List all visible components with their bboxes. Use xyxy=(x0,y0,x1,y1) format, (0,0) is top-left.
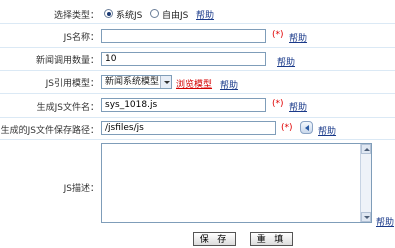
news-count-label: 新闻调用数量： xyxy=(35,56,99,66)
row-js-template: JS引用模型： 新闻系统模型 浏览模型 帮助 xyxy=(0,71,395,94)
row-news-count: 新闻调用数量： 帮助 xyxy=(0,48,395,71)
radio-free-js[interactable] xyxy=(150,9,159,18)
preview-template-link[interactable]: 浏览模型 xyxy=(176,77,212,90)
scroll-up-icon[interactable] xyxy=(361,144,371,154)
row-js-filename: 生成JS文件名： (*) 帮助 xyxy=(0,94,395,118)
save-button[interactable]: 保 存 xyxy=(193,232,236,246)
radio-system-js[interactable] xyxy=(104,9,113,18)
js-name-help-link[interactable]: 帮助 xyxy=(289,31,307,44)
js-filename-help-link[interactable]: 帮助 xyxy=(289,100,307,113)
row-js-name: JS名称： (*) 帮助 xyxy=(0,24,395,48)
js-name-input[interactable] xyxy=(101,29,266,43)
js-template-help-link[interactable]: 帮助 xyxy=(220,78,238,91)
row-select-type: 选择类型： 系统JS 自由JS 帮助 xyxy=(0,0,395,24)
browse-arrow-left-icon[interactable] xyxy=(300,121,313,134)
row-description: JS描述： 帮助 xyxy=(0,140,395,229)
save-path-label: 生成的JS文件保存路径： xyxy=(0,126,99,136)
js-filename-required-mark: (*) xyxy=(272,99,284,109)
chevron-down-icon[interactable] xyxy=(160,76,171,88)
js-template-selected-value: 新闻系统模型 xyxy=(105,77,160,87)
reset-button[interactable]: 重 填 xyxy=(250,232,293,246)
description-label: JS描述： xyxy=(63,184,99,194)
save-path-input[interactable] xyxy=(101,121,276,135)
js-name-required-mark: (*) xyxy=(272,30,284,40)
row-save-path: 生成的JS文件保存路径： (*) 帮助 xyxy=(0,118,395,140)
js-filename-input[interactable] xyxy=(101,98,266,112)
js-name-label: JS名称： xyxy=(63,33,99,43)
description-textarea[interactable] xyxy=(101,143,372,223)
news-count-help-link[interactable]: 帮助 xyxy=(277,55,295,68)
js-filename-label: 生成JS文件名： xyxy=(36,103,99,113)
js-settings-form: 选择类型： 系统JS 自由JS 帮助 JS名称： (*) 帮助 新闻调用数量： … xyxy=(0,0,395,248)
scroll-down-icon[interactable] xyxy=(361,212,371,222)
js-template-select[interactable]: 新闻系统模型 xyxy=(101,75,172,89)
save-path-required-mark: (*) xyxy=(281,123,293,133)
select-type-help-link[interactable]: 帮助 xyxy=(196,8,214,21)
js-template-label: JS引用模型： xyxy=(45,79,99,89)
description-help-link[interactable]: 帮助 xyxy=(376,215,394,228)
description-scrollbar[interactable] xyxy=(360,144,371,222)
news-count-input[interactable] xyxy=(101,52,266,66)
save-path-help-link[interactable]: 帮助 xyxy=(318,124,336,137)
select-type-label: 选择类型： xyxy=(53,11,99,21)
radio-free-js-label[interactable]: 自由JS xyxy=(162,8,188,21)
radio-system-js-label[interactable]: 系统JS xyxy=(116,8,142,21)
